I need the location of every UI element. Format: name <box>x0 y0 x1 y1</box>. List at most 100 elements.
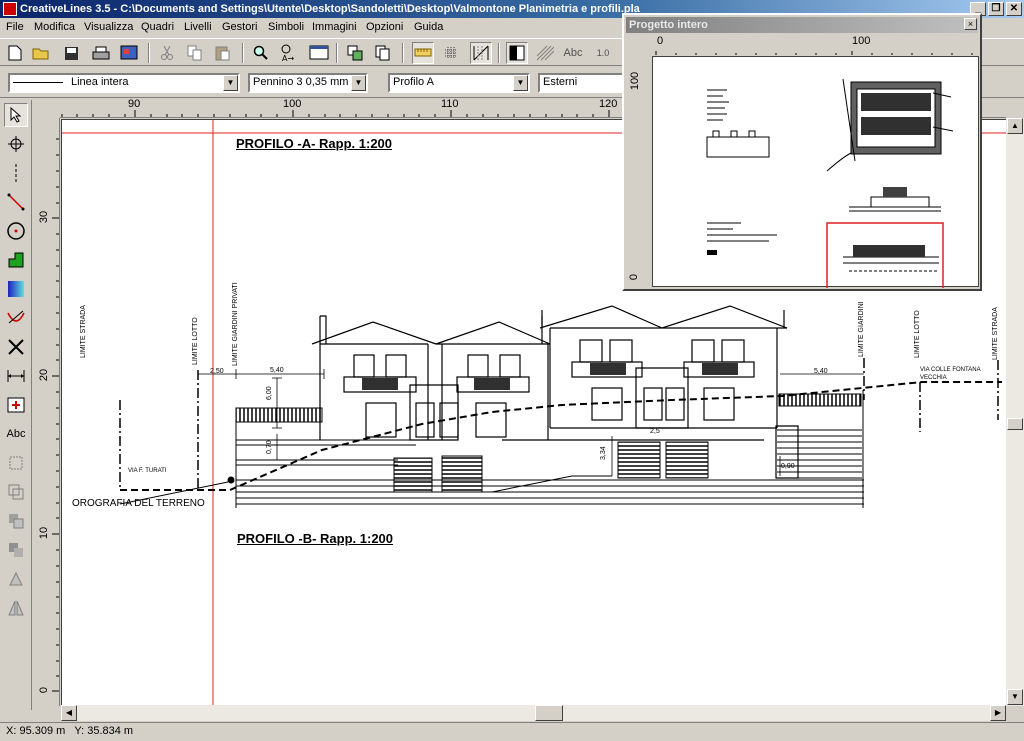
zoom-text-icon[interactable]: A→ <box>278 42 300 64</box>
pages-icon[interactable] <box>372 42 394 64</box>
select-box-icon[interactable] <box>4 451 28 475</box>
vertical-ruler: 30 20 10 0 <box>34 118 60 706</box>
copy-shape-icon[interactable] <box>4 509 28 533</box>
level-select[interactable]: Profilo A ▼ <box>388 73 530 93</box>
line-icon[interactable] <box>4 190 28 214</box>
pointer-icon[interactable] <box>4 103 28 127</box>
garden-limit-label: LIMITE GIARDINI <box>858 301 865 357</box>
chevron-down-icon[interactable]: ▼ <box>223 75 238 91</box>
overview-close-button[interactable]: × <box>964 18 977 30</box>
multi-copy-icon[interactable] <box>4 538 28 562</box>
hruler-label: 120 <box>599 98 618 110</box>
dimension-label: 0,90 <box>781 463 795 470</box>
circle-icon[interactable] <box>4 219 28 243</box>
construction-line-icon[interactable] <box>4 161 28 185</box>
menu-immagini[interactable]: Immagini <box>312 21 357 33</box>
delete-cross-icon[interactable] <box>4 335 28 359</box>
scroll-down-icon[interactable]: ▼ <box>1007 689 1023 705</box>
horizontal-scrollbar[interactable]: ◀ ▶ <box>61 705 1006 721</box>
angle-icon[interactable]: 1.0 <box>592 42 614 64</box>
profile-a-title: PROFILO -A- Rapp. 1:200 <box>236 136 393 151</box>
menu-modifica[interactable]: Modifica <box>34 21 75 33</box>
overview-title-bar[interactable]: Progetto intero <box>626 17 978 33</box>
arc-icon[interactable] <box>4 306 28 330</box>
street-name-turati: VIA F. TURATI <box>128 468 167 474</box>
overview-x-label: 100 <box>852 35 871 47</box>
zoom-icon[interactable] <box>250 42 272 64</box>
road-limit-right-label: LIMITE STRADA <box>992 307 999 360</box>
insert-symbol-icon[interactable] <box>4 393 28 417</box>
vertical-scroll-thumb[interactable] <box>1007 418 1023 430</box>
open-folder-icon[interactable] <box>30 42 52 64</box>
zoom-window-icon[interactable] <box>308 42 330 64</box>
menu-gestori[interactable]: Gestori <box>222 21 257 33</box>
dimension-label: 5,40 <box>814 368 828 375</box>
menu-guida[interactable]: Guida <box>414 21 443 33</box>
text-tool-icon[interactable]: Abc <box>4 422 28 446</box>
text-style-icon[interactable]: Abc <box>562 42 584 64</box>
scroll-up-icon[interactable]: ▲ <box>1007 118 1023 134</box>
menu-visualizza[interactable]: Visualizza <box>84 21 133 33</box>
group-select[interactable]: Esterni <box>538 73 628 93</box>
print-icon[interactable] <box>90 42 112 64</box>
dimension-label: 2,50 <box>210 368 224 375</box>
line-type-select[interactable]: Linea intera ▼ <box>8 73 240 93</box>
window-title: CreativeLines 3.5 - C:\Documents and Set… <box>20 3 640 15</box>
menu-opzioni[interactable]: Opzioni <box>366 21 403 33</box>
dimension-label: 3,34 <box>600 446 607 460</box>
paste-icon[interactable] <box>212 42 234 64</box>
dimension-label: 0,70 <box>266 440 273 454</box>
menu-file[interactable]: File <box>6 21 24 33</box>
vertical-scrollbar[interactable]: ▲ ▼ <box>1006 118 1024 706</box>
dimension-icon[interactable] <box>4 364 28 388</box>
terrain-label: OROGRAFIA DEL TERRENO <box>72 498 205 509</box>
scroll-left-icon[interactable]: ◀ <box>61 705 77 721</box>
lot-limit-label: LIMITE LOTTO <box>192 317 199 365</box>
ruler-icon[interactable] <box>412 42 434 64</box>
hruler-label: 100 <box>283 98 302 110</box>
app-icon[interactable] <box>3 2 17 16</box>
profile-b-title: PROFILO -B- Rapp. 1:200 <box>237 531 394 546</box>
close-button[interactable]: ✕ <box>1006 2 1022 16</box>
menu-livelli[interactable]: Livelli <box>184 21 212 33</box>
preview-icon[interactable] <box>118 42 140 64</box>
street-name-colle-line1: VIA COLLE FONTANA <box>920 367 981 373</box>
gradient-icon[interactable] <box>4 277 28 301</box>
menu-quadri[interactable]: Quadri <box>141 21 174 33</box>
lot-limit-right-label: LIMITE LOTTO <box>914 310 921 358</box>
vruler-label: 0 <box>38 686 51 694</box>
street-name-colle-line2: VECCHIA <box>920 375 947 381</box>
chevron-down-icon[interactable]: ▼ <box>351 75 366 91</box>
hruler-label: 90 <box>128 98 141 110</box>
overview-canvas[interactable] <box>652 56 979 295</box>
vruler-label: 30 <box>38 210 51 224</box>
scroll-right-icon[interactable]: ▶ <box>990 705 1006 721</box>
crosshair-icon[interactable] <box>4 132 28 156</box>
menu-simboli[interactable]: Simboli <box>268 21 304 33</box>
overview-window[interactable]: Progetto intero × 0 100 100 0 <box>622 13 982 295</box>
road-limit-label: LIMITE STRADA <box>80 305 87 358</box>
hatch-icon[interactable] <box>534 42 556 64</box>
pen-select[interactable]: Pennino 3 0,35 mm ▼ <box>248 73 368 93</box>
horizontal-scroll-thumb[interactable] <box>535 705 563 721</box>
mirror-icon[interactable] <box>4 596 28 620</box>
grid-icon[interactable] <box>440 42 462 64</box>
cut-icon[interactable] <box>156 42 178 64</box>
copy-icon[interactable] <box>184 42 206 64</box>
left-toolbox: Abc <box>0 100 32 710</box>
hruler-label: 110 <box>441 98 459 110</box>
fill-icon[interactable] <box>506 42 528 64</box>
save-icon[interactable] <box>60 42 82 64</box>
dimension-label: 5,40 <box>270 367 284 374</box>
polygon-fill-icon[interactable] <box>4 248 28 272</box>
snap-icon[interactable] <box>470 42 492 64</box>
layers-icon[interactable] <box>344 42 366 64</box>
x-coordinate: X: 95.309 m <box>6 725 66 737</box>
chevron-down-icon[interactable]: ▼ <box>513 75 528 91</box>
restore-button[interactable]: ❐ <box>988 2 1004 16</box>
move-icon[interactable] <box>4 480 28 504</box>
new-file-icon[interactable] <box>4 42 26 64</box>
overview-y-label: 0 <box>628 273 641 281</box>
rotate-icon[interactable] <box>4 567 28 591</box>
vruler-label: 20 <box>38 368 51 382</box>
